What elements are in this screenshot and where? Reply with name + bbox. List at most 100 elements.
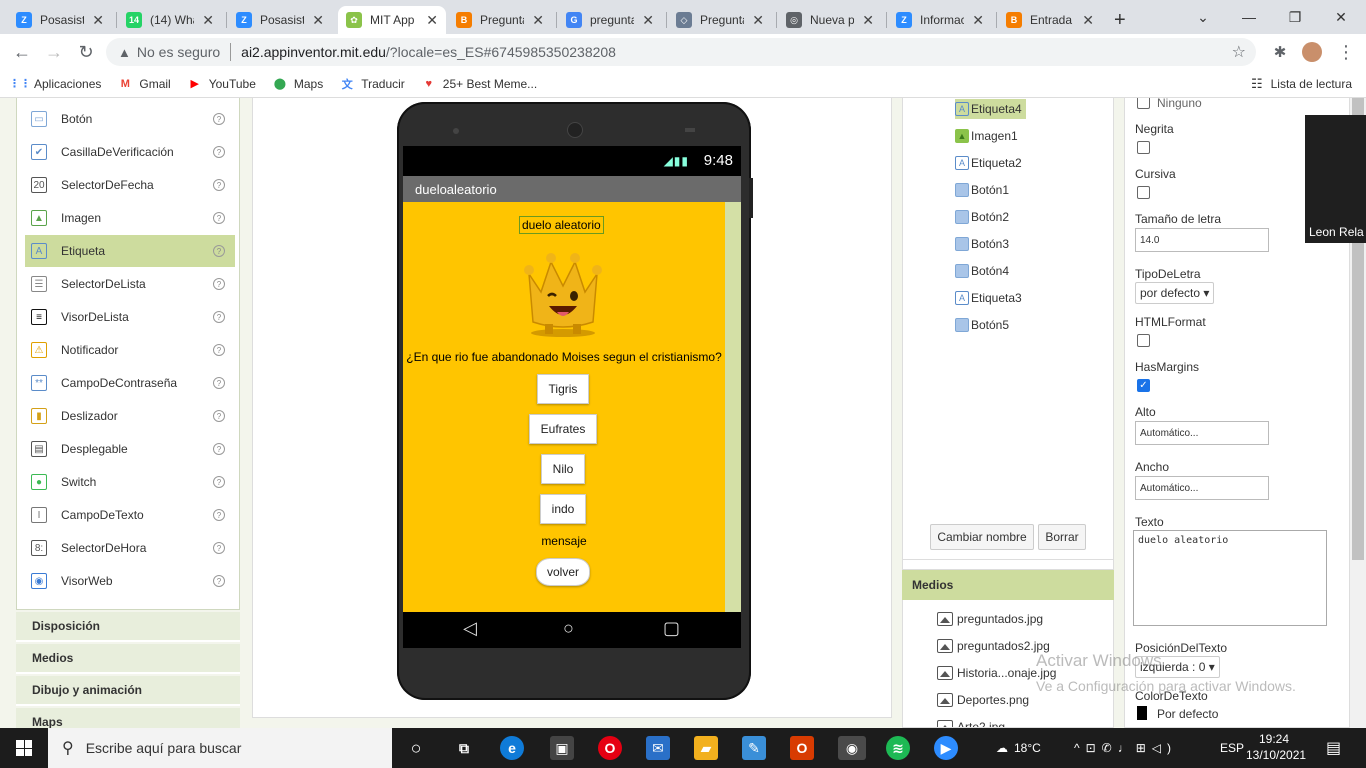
- text-color-value[interactable]: Por defecto: [1157, 707, 1218, 721]
- nav-recent-icon[interactable]: ▢: [663, 618, 680, 639]
- bookmark-item[interactable]: ♥ 25+ Best Meme...: [421, 77, 538, 91]
- text-textarea[interactable]: duelo aleatorio: [1133, 530, 1327, 626]
- browser-tab[interactable]: B Entrada ✕: [998, 6, 1102, 34]
- palette-item[interactable]: ▭ Botón?: [25, 103, 235, 135]
- help-icon[interactable]: ?: [213, 212, 225, 224]
- tab-close-icon[interactable]: ✕: [1082, 12, 1094, 29]
- mail-icon[interactable]: ✉: [646, 736, 670, 760]
- screen-content[interactable]: duelo aleatorio ¿En que rio fue abandona…: [403, 202, 725, 612]
- height-input[interactable]: Automático...: [1135, 421, 1269, 445]
- bookmark-item[interactable]: M Gmail: [117, 77, 171, 91]
- font-type-select[interactable]: por defecto ▾: [1135, 282, 1215, 304]
- tab-close-icon[interactable]: ✕: [972, 12, 984, 29]
- browser-tab[interactable]: ✿ MIT App ✕: [338, 6, 446, 34]
- media-file[interactable]: Deportes.png: [937, 690, 1029, 710]
- file-explorer-icon[interactable]: ▰: [694, 736, 718, 760]
- browser-tab[interactable]: Z Informac ✕: [888, 6, 992, 34]
- help-icon[interactable]: ?: [213, 113, 225, 125]
- store-icon[interactable]: ▣: [550, 736, 574, 760]
- help-icon[interactable]: ?: [213, 542, 225, 554]
- italic-checkbox[interactable]: [1137, 186, 1150, 199]
- help-icon[interactable]: ?: [213, 509, 225, 521]
- office-icon[interactable]: O: [790, 736, 814, 760]
- palette-category[interactable]: Medios: [16, 644, 240, 674]
- crown-mascot-image[interactable]: [515, 240, 611, 338]
- bookmark-star-icon[interactable]: ☆: [1232, 42, 1246, 62]
- help-icon[interactable]: ?: [213, 377, 225, 389]
- browser-tab[interactable]: Gpregunta ✕: [558, 6, 662, 34]
- back-app-button[interactable]: volver: [536, 558, 590, 586]
- reading-list[interactable]: ☷ Lista de lectura: [1251, 76, 1352, 92]
- url-field[interactable]: ▲ No es seguro ai2.appinventor.mit.edu /…: [106, 38, 1256, 66]
- bookmark-item[interactable]: ⋮⋮ Aplicaciones: [9, 77, 101, 91]
- edge-icon[interactable]: e: [500, 736, 524, 760]
- minimize-button[interactable]: —: [1226, 0, 1272, 34]
- zoom-icon[interactable]: ▶: [934, 736, 958, 760]
- answer-button-3[interactable]: Nilo: [541, 454, 585, 484]
- palette-item[interactable]: I CampoDeTexto?: [25, 499, 235, 531]
- new-tab-button[interactable]: +: [1106, 6, 1134, 34]
- palette-item[interactable]: ☰ SelectorDeLista?: [25, 268, 235, 300]
- bookmark-item[interactable]: ⬤ Maps: [272, 77, 324, 91]
- palette-item[interactable]: ◉ VisorWeb?: [25, 565, 235, 597]
- browser-tab[interactable]: Z Posasiste ✕: [228, 6, 332, 34]
- tree-node[interactable]: A Etiqueta4: [955, 99, 1026, 119]
- cortana-icon[interactable]: ○: [404, 736, 428, 760]
- profile-avatar[interactable]: [1300, 40, 1324, 64]
- etiqueta4-label[interactable]: duelo aleatorio: [519, 216, 604, 234]
- tree-node[interactable]: A Etiqueta2: [955, 153, 1022, 173]
- browser-tab[interactable]: 14 (14) Wha ✕: [118, 6, 222, 34]
- start-button[interactable]: [0, 728, 48, 768]
- help-icon[interactable]: ?: [213, 476, 225, 488]
- delete-button[interactable]: Borrar: [1038, 524, 1086, 550]
- opera-icon[interactable]: O: [598, 736, 622, 760]
- help-icon[interactable]: ?: [213, 179, 225, 191]
- palette-category[interactable]: Disposición: [16, 612, 240, 642]
- browser-tab[interactable]: ◇ Pregunta ✕: [668, 6, 772, 34]
- palette-item[interactable]: ● Switch?: [25, 466, 235, 498]
- tree-node[interactable]: Botón3: [955, 234, 1009, 254]
- tab-close-icon[interactable]: ✕: [312, 12, 324, 29]
- browser-tab[interactable]: B Pregunta ✕: [448, 6, 552, 34]
- help-icon[interactable]: ?: [213, 278, 225, 290]
- help-icon[interactable]: ?: [213, 344, 225, 356]
- font-size-input[interactable]: 14.0: [1135, 228, 1269, 252]
- taskbar-clock[interactable]: 19:24 13/10/2021: [1246, 731, 1306, 763]
- bookmark-item[interactable]: ▶ YouTube: [187, 77, 255, 91]
- pen-app-icon[interactable]: ✎: [742, 736, 766, 760]
- palette-item[interactable]: ▮ Deslizador?: [25, 400, 235, 432]
- answer-button-2[interactable]: Eufrates: [529, 414, 597, 444]
- help-icon[interactable]: ?: [213, 146, 225, 158]
- browser-menu-icon[interactable]: ⋮: [1334, 40, 1358, 64]
- tab-close-icon[interactable]: ✕: [862, 12, 874, 29]
- tab-close-icon[interactable]: ✕: [92, 12, 104, 29]
- help-icon[interactable]: ?: [213, 575, 225, 587]
- help-icon[interactable]: ?: [213, 443, 225, 455]
- palette-item[interactable]: ✔ CasillaDeVerificación?: [25, 136, 235, 168]
- spotify-icon[interactable]: ≋: [886, 736, 910, 760]
- tree-node[interactable]: Botón5: [955, 315, 1009, 335]
- help-icon[interactable]: ?: [213, 410, 225, 422]
- message-label[interactable]: mensaje: [403, 534, 725, 548]
- answer-button-4[interactable]: indo: [540, 494, 586, 524]
- palette-category[interactable]: Maps: [16, 708, 240, 728]
- weather-widget[interactable]: ☁ 18°C: [996, 728, 1041, 768]
- browser-tab[interactable]: ◎ Nueva p ✕: [778, 6, 882, 34]
- back-button[interactable]: ←: [10, 40, 34, 64]
- extensions-icon[interactable]: ✱: [1268, 40, 1292, 64]
- tab-search-button[interactable]: ⌄: [1180, 0, 1226, 34]
- nav-back-icon[interactable]: ◁: [463, 618, 477, 639]
- tab-close-icon[interactable]: ✕: [532, 12, 544, 29]
- chrome-icon[interactable]: ◉: [838, 736, 866, 760]
- palette-item[interactable]: ** CampoDeContraseña?: [25, 367, 235, 399]
- palette-item[interactable]: ▲ Imagen?: [25, 202, 235, 234]
- screen-scrollbar[interactable]: [725, 202, 741, 612]
- media-file[interactable]: preguntados2.jpg: [937, 636, 1050, 656]
- task-view-icon[interactable]: ⧉: [452, 736, 476, 760]
- palette-item[interactable]: 8: SelectorDeHora?: [25, 532, 235, 564]
- html-format-checkbox[interactable]: [1137, 334, 1150, 347]
- tab-close-icon[interactable]: ✕: [752, 12, 764, 29]
- palette-item[interactable]: 20 SelectorDeFecha?: [25, 169, 235, 201]
- reload-button[interactable]: ↻: [74, 40, 98, 64]
- answer-button-1[interactable]: Tigris: [537, 374, 589, 404]
